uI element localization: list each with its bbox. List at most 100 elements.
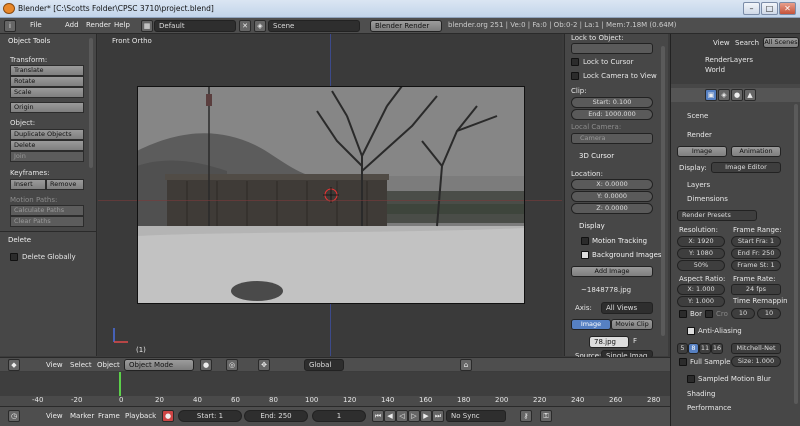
scene-tab-icon[interactable]: ◈ bbox=[718, 89, 730, 101]
origin-button[interactable]: Origin bbox=[10, 102, 84, 113]
menu-marker[interactable]: Marker bbox=[70, 412, 94, 420]
duplicate-objects-button[interactable]: Duplicate Objects bbox=[10, 129, 84, 140]
anti-aliasing-header[interactable]: Anti-Aliasing bbox=[698, 327, 742, 335]
anti-aliasing-checkbox[interactable] bbox=[687, 327, 695, 335]
shading-panel-header[interactable]: Shading bbox=[687, 390, 715, 398]
motion-tracking-header[interactable]: Motion Tracking bbox=[592, 237, 647, 245]
keying-set-icon[interactable]: ⚷ bbox=[520, 410, 532, 422]
menu-view[interactable]: View bbox=[46, 412, 63, 420]
fake-user-toggle[interactable]: F bbox=[633, 337, 637, 345]
join-button[interactable]: Join bbox=[10, 151, 84, 162]
menu-render[interactable]: Render bbox=[86, 21, 111, 29]
remap-old-field[interactable]: 10 bbox=[731, 308, 755, 319]
menu-view[interactable]: View bbox=[46, 361, 63, 369]
motion-tracking-checkbox[interactable] bbox=[581, 237, 589, 245]
motion-blur-checkbox[interactable] bbox=[687, 375, 695, 383]
auto-keyframe-icon[interactable]: ⚿ bbox=[540, 410, 552, 422]
lock-cursor-checkbox[interactable] bbox=[571, 58, 579, 66]
aspect-y-field[interactable]: Y: 1.000 bbox=[677, 296, 725, 307]
outliner-view-menu[interactable]: View bbox=[713, 39, 730, 47]
delete-panel-header[interactable]: Delete bbox=[8, 236, 31, 244]
tool-shelf-scrollbar[interactable] bbox=[89, 38, 93, 168]
border-checkbox[interactable] bbox=[679, 310, 687, 318]
render-panel-header[interactable]: Render bbox=[687, 131, 712, 139]
scene-icon[interactable]: ◈ bbox=[254, 20, 266, 32]
timeline-editor-icon[interactable]: ◷ bbox=[8, 410, 20, 422]
editor-type-icon[interactable]: ◆ bbox=[8, 359, 20, 371]
jump-end-icon[interactable]: ⏭ bbox=[432, 410, 444, 422]
render-engine-select[interactable]: Blender Render bbox=[370, 20, 442, 32]
lock-object-field[interactable] bbox=[571, 43, 653, 54]
cursor-z-field[interactable]: Z: 0.0000 bbox=[571, 203, 653, 214]
background-images-checkbox[interactable] bbox=[581, 251, 589, 259]
menu-file[interactable]: File bbox=[30, 21, 42, 29]
resolution-percent-field[interactable]: 50% bbox=[677, 260, 725, 271]
local-camera-field[interactable]: Camera bbox=[571, 133, 653, 144]
next-keyframe-icon[interactable]: ▶ bbox=[420, 410, 432, 422]
close-button[interactable]: ✕ bbox=[779, 2, 796, 15]
menu-select[interactable]: Select bbox=[70, 361, 92, 369]
background-images-header[interactable]: Background Images bbox=[592, 251, 662, 259]
add-image-button[interactable]: Add Image bbox=[571, 266, 653, 277]
close-layout-icon[interactable]: ✕ bbox=[239, 20, 251, 32]
record-icon[interactable]: ● bbox=[162, 410, 174, 422]
end-frame-field[interactable]: End: 250 bbox=[244, 410, 308, 422]
object-tools-header[interactable]: Object Tools bbox=[8, 37, 50, 45]
play-icon[interactable]: ▷ bbox=[408, 410, 420, 422]
minimize-button[interactable]: – bbox=[743, 2, 760, 15]
menu-add[interactable]: Add bbox=[65, 21, 79, 29]
jump-start-icon[interactable]: ⏮ bbox=[372, 410, 384, 422]
outliner-item-renderlayers[interactable]: RenderLayers bbox=[705, 56, 753, 64]
snap-icon[interactable]: ⌂ bbox=[460, 359, 472, 371]
outliner-item-world[interactable]: World bbox=[705, 66, 725, 74]
calculate-paths-button[interactable]: Calculate Paths bbox=[10, 205, 84, 216]
render-image-button[interactable]: Image bbox=[677, 146, 727, 157]
start-frame-field[interactable]: Start: 1 bbox=[178, 410, 242, 422]
axis-select[interactable]: All Views bbox=[601, 302, 653, 314]
aa-size-field[interactable]: Size: 1.000 bbox=[731, 356, 781, 367]
end-frame-field[interactable]: End Fr: 250 bbox=[731, 248, 781, 259]
properties-scrollbar[interactable] bbox=[794, 104, 798, 404]
menu-frame[interactable]: Frame bbox=[98, 412, 120, 420]
3d-cursor-header[interactable]: 3D Cursor bbox=[579, 152, 614, 160]
object-tab-icon[interactable]: ▲ bbox=[744, 89, 756, 101]
orientation-select[interactable]: Global bbox=[304, 359, 344, 371]
mode-select[interactable]: Object Mode bbox=[124, 359, 194, 371]
lock-camera-checkbox[interactable] bbox=[571, 72, 579, 80]
aa-samples-5[interactable]: 5 bbox=[677, 343, 688, 354]
menu-playback[interactable]: Playback bbox=[125, 412, 156, 420]
sync-select[interactable]: No Sync bbox=[446, 410, 506, 422]
tab-image[interactable]: Image bbox=[571, 319, 611, 330]
clip-start-field[interactable]: Start: 0.100 bbox=[571, 97, 653, 108]
resolution-x-field[interactable]: X: 1920 bbox=[677, 236, 725, 247]
rotate-button[interactable]: Rotate bbox=[10, 76, 84, 87]
aspect-x-field[interactable]: X: 1.000 bbox=[677, 284, 725, 295]
maximize-button[interactable]: □ bbox=[761, 2, 778, 15]
outliner-scope-select[interactable]: All Scenes bbox=[763, 37, 799, 48]
remove-keyframe-button[interactable]: Remove bbox=[46, 179, 84, 190]
outliner-search-menu[interactable]: Search bbox=[735, 39, 759, 47]
dimensions-panel-header[interactable]: Dimensions bbox=[687, 195, 728, 203]
n-panel-scrollbar[interactable] bbox=[661, 46, 665, 336]
frame-rate-select[interactable]: 24 fps bbox=[731, 284, 781, 295]
delete-button[interactable]: Delete bbox=[10, 140, 84, 151]
cursor-y-field[interactable]: Y: 0.0000 bbox=[571, 191, 653, 202]
aa-samples-16[interactable]: 16 bbox=[711, 343, 723, 354]
layout-select[interactable]: Default bbox=[154, 20, 236, 32]
aa-samples-8[interactable]: 8 bbox=[688, 343, 699, 354]
remap-new-field[interactable]: 10 bbox=[757, 308, 781, 319]
aa-samples-11[interactable]: 11 bbox=[699, 343, 711, 354]
play-reverse-icon[interactable]: ◁ bbox=[396, 410, 408, 422]
aa-filter-select[interactable]: Mitchell-Net bbox=[731, 343, 781, 354]
pivot-icon[interactable]: ◎ bbox=[226, 359, 238, 371]
editor-type-icon[interactable]: i bbox=[4, 20, 16, 32]
insert-keyframe-button[interactable]: Insert bbox=[10, 179, 46, 190]
current-frame-field[interactable]: 1 bbox=[312, 410, 366, 422]
tab-movie-clip[interactable]: Movie Clip bbox=[611, 319, 653, 330]
crop-checkbox[interactable] bbox=[705, 310, 713, 318]
timeline[interactable]: -40 -20 0 20 40 60 80 100 120 140 160 18… bbox=[0, 372, 670, 406]
shading-icon[interactable]: ● bbox=[200, 359, 212, 371]
image-file-field[interactable]: 78.jpg bbox=[589, 336, 629, 348]
translate-button[interactable]: Translate bbox=[10, 65, 84, 76]
menu-object[interactable]: Object bbox=[97, 361, 120, 369]
